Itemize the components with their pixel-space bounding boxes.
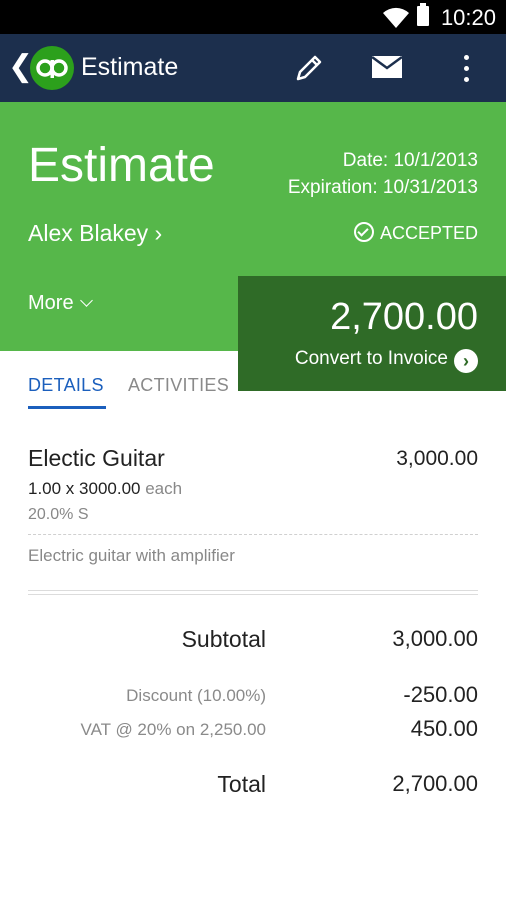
app-bar-title: Estimate [81,53,179,81]
battery-icon [417,3,429,26]
qb-logo-icon[interactable] [30,46,74,90]
wifi-icon [383,7,409,28]
status-label: ACCEPTED [379,223,478,243]
overflow-menu-icon[interactable] [456,52,476,86]
estimate-expiration: Expiration: 10/31/2013 [287,177,478,198]
estimate-title: Estimate [28,139,215,192]
line-item-name[interactable]: Electic Guitar [28,445,165,472]
tab-details[interactable]: DETAILS [28,375,104,396]
vat-label: VAT @ 20% on 2,250.00 [80,720,267,739]
discount-value: -250.00 [403,682,478,707]
arrow-right-circle-icon: › [454,349,478,373]
line-item-each: each [145,479,183,498]
tab-activities[interactable]: ACTIVITIES [128,375,229,396]
mail-icon[interactable] [372,56,402,78]
convert-to-invoice-button[interactable]: Convert to Invoice › [295,348,478,373]
chevron-down-icon [79,294,93,307]
line-item-description: Electric guitar with amplifier [28,546,235,565]
line-item-quantity: 1.00 x 3000.00 each [28,479,182,499]
divider [28,534,478,535]
status-bar: 10:20 [0,0,506,34]
total-label: Total [217,771,266,797]
line-item-amount: 3,000.00 [396,447,478,470]
vat-value: 450.00 [410,716,478,741]
more-label: More [28,292,74,314]
total-value: 2,700.00 [392,771,478,796]
customer-link[interactable]: Alex Blakey › [28,220,162,247]
convert-label: Convert to Invoice [294,348,448,369]
line-item-qty-value: 1.00 x 3000.00 [28,479,141,498]
section-divider [28,590,478,595]
pencil-icon[interactable] [293,52,325,84]
total-amount-card: 2,700.00 Convert to Invoice › [238,276,506,391]
check-circle-icon [353,222,374,242]
total-amount: 2,700.00 [330,296,478,338]
more-toggle[interactable]: More [28,292,93,315]
status-badge: ACCEPTED [353,222,478,244]
subtotal-label: Subtotal [181,626,266,652]
app-bar: ❮ Estimate [0,34,506,102]
discount-label: Discount (10.00%) [126,686,266,705]
estimate-date: Date: 10/1/2013 [342,150,478,171]
subtotal-value: 3,000.00 [392,626,478,651]
active-tab-indicator [28,406,106,409]
line-item-tax: 20.0% S [28,506,89,523]
status-time: 10:20 [440,5,496,30]
